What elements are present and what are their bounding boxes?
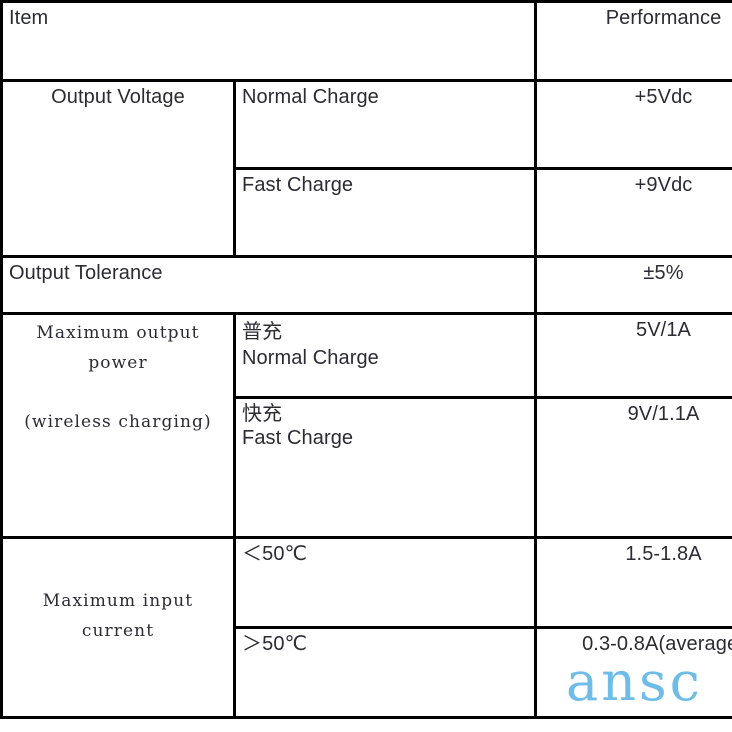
- cell-max-input-current-below-condition: ＜50℃: [232, 536, 538, 629]
- value-max-output-power-fast: 9V/1.1A: [627, 403, 700, 425]
- value-output-voltage-normal: +5Vdc: [634, 86, 693, 108]
- row-label-max-output-power: Maximum output power (wireless charging): [0, 312, 236, 539]
- label-temp-below-50c: ＜50℃: [242, 543, 308, 565]
- table-row-max-output-power-normal: Maximum output power (wireless charging)…: [0, 312, 732, 539]
- label-normal-charge-cn: 普充: [242, 321, 283, 343]
- table-row-output-voltage-normal: Output Voltage Normal Charge +5Vdc: [0, 79, 732, 258]
- cell-output-voltage-normal-mode: Normal Charge: [232, 79, 538, 170]
- cell-output-voltage-fast-value: +9Vdc: [534, 167, 732, 258]
- cell-max-output-power-normal-value: 5V/1A: [534, 312, 732, 399]
- label-max-input-current: Maximum input current: [42, 591, 194, 641]
- header-label-item: Item: [9, 7, 49, 29]
- value-max-input-current-above: 0.3-0.8A(average): [582, 633, 732, 655]
- row-label-max-input-current: Maximum input current: [0, 536, 236, 719]
- value-output-tolerance: ±5%: [643, 262, 684, 284]
- cell-max-output-power-fast-mode: 快充 Fast Charge: [232, 396, 538, 539]
- cell-max-output-power-normal-mode: 普充 Normal Charge: [232, 312, 538, 399]
- label-output-tolerance: Output Tolerance: [9, 262, 163, 284]
- label-normal-charge-cn-en: 普充 Normal Charge: [242, 319, 379, 371]
- cell-max-output-power-fast-value: 9V/1.1A: [534, 396, 732, 539]
- row-label-output-voltage: Output Voltage: [0, 79, 236, 258]
- spec-sheet: Item Performance Output Voltage Normal C…: [0, 0, 732, 732]
- value-max-input-current-below: 1.5-1.8A: [625, 543, 702, 565]
- label-normal-charge-en: Normal Charge: [242, 347, 379, 369]
- header-label-performance: Performance: [605, 7, 722, 29]
- label-normal-charge: Normal Charge: [242, 86, 379, 108]
- header-cell-performance: Performance: [534, 0, 732, 82]
- table-row-output-tolerance: Output Tolerance ±5%: [0, 255, 732, 315]
- header-cell-item: Item: [0, 0, 538, 82]
- cell-max-input-current-below-value: 1.5-1.8A: [534, 536, 732, 629]
- label-max-output-power: Maximum output power (wireless charging): [24, 323, 212, 433]
- label-output-voltage: Output Voltage: [51, 86, 185, 108]
- label-temp-above-50c: ＞50℃: [242, 633, 308, 655]
- value-max-output-power-normal: 5V/1A: [636, 319, 691, 341]
- cell-output-tolerance-value: ±5%: [534, 255, 732, 315]
- label-fast-charge-cn: 快充: [242, 403, 283, 425]
- label-fast-charge: Fast Charge: [242, 174, 354, 196]
- cell-max-input-current-above-value: 0.3-0.8A(average): [534, 626, 732, 719]
- value-output-voltage-fast: +9Vdc: [634, 174, 693, 196]
- specification-table: Item Performance Output Voltage Normal C…: [0, 0, 732, 719]
- table-header-row: Item Performance: [0, 0, 732, 82]
- label-fast-charge-en: Fast Charge: [242, 426, 354, 449]
- table-row-max-input-current-below: Maximum input current ＜50℃ 1.5-1.8A: [0, 536, 732, 719]
- cell-output-voltage-fast-mode: Fast Charge: [232, 167, 538, 258]
- cell-output-voltage-normal-value: +5Vdc: [534, 79, 732, 170]
- cell-max-input-current-above-condition: ＞50℃: [232, 626, 538, 719]
- row-label-output-tolerance: Output Tolerance: [0, 255, 538, 315]
